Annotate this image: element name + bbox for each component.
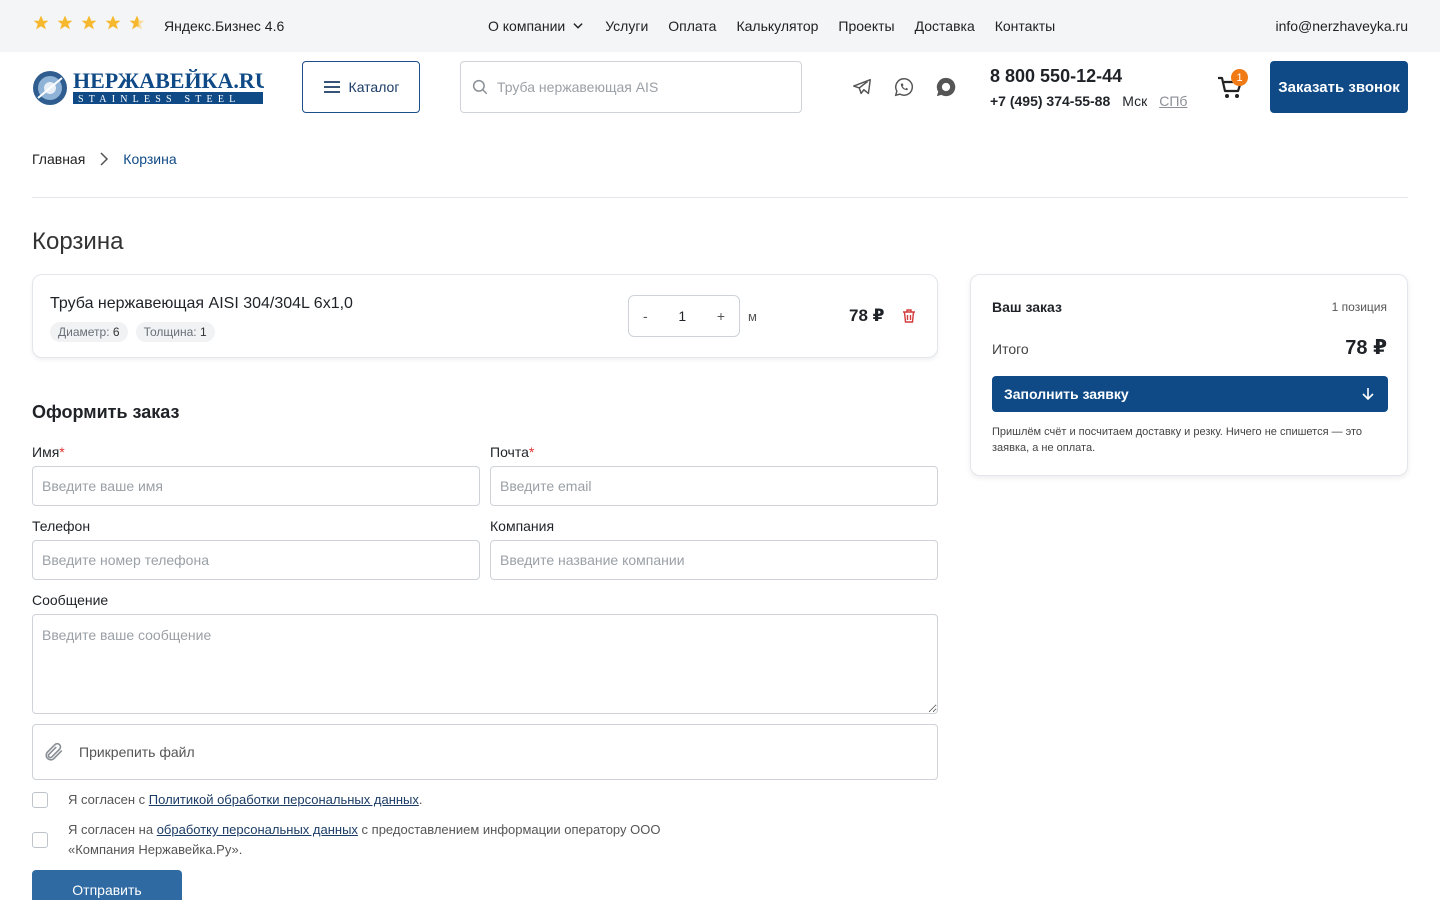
total-price: 78 ₽ xyxy=(1345,337,1387,359)
page-title: Корзина xyxy=(32,228,124,255)
rating-stars xyxy=(32,14,146,32)
email-link[interactable]: info@nerzhaveyka.ru xyxy=(1275,18,1408,34)
logo-title: НЕРЖАВЕЙКА.RU xyxy=(73,68,264,93)
search-box xyxy=(460,61,802,113)
search-input[interactable] xyxy=(497,79,787,95)
nav-calculator[interactable]: Калькулятор xyxy=(736,18,818,34)
data-processing-link[interactable]: обработку персональных данных xyxy=(157,822,358,837)
top-bar: Яндекс.Бизнес 4.6 О компании Услуги Опла… xyxy=(0,0,1440,52)
telegram-icon[interactable] xyxy=(851,76,873,98)
form-title: Оформить заказ xyxy=(32,402,180,422)
site-logo[interactable]: НЕРЖАВЕЙКА.RU STAINLESS STEEL xyxy=(32,68,264,108)
nav-services[interactable]: Услуги xyxy=(605,18,648,34)
breadcrumb: Главная Корзина xyxy=(32,151,177,167)
attach-file-button[interactable]: Прикрепить файл xyxy=(32,724,938,780)
star-icon xyxy=(81,15,97,30)
phone-field[interactable] xyxy=(32,540,480,580)
tag-thickness: Толщина: 1 xyxy=(135,322,215,342)
city-spb[interactable]: СПб xyxy=(1159,93,1187,109)
summary-count: 1 позиция xyxy=(1331,300,1387,314)
attach-label: Прикрепить файл xyxy=(79,744,195,760)
name-field[interactable] xyxy=(32,466,480,506)
star-icon xyxy=(105,15,121,30)
city-msk[interactable]: Мск xyxy=(1122,93,1147,109)
catalog-button[interactable]: Каталог xyxy=(302,61,420,113)
phone-block: 8 800 550-12-44 +7 (495) 374-55-88 Мск С… xyxy=(990,66,1187,109)
menu-icon xyxy=(323,81,340,93)
submit-button[interactable]: Отправить xyxy=(32,870,182,900)
breadcrumb-home[interactable]: Главная xyxy=(32,151,85,167)
phone-main[interactable]: 8 800 550-12-44 xyxy=(990,66,1187,87)
total-label: Итого xyxy=(992,341,1029,357)
nav-delivery[interactable]: Доставка xyxy=(915,18,975,34)
item-tags: Диаметр: 6 Толщина: 1 xyxy=(50,322,215,342)
top-nav: О компании Услуги Оплата Калькулятор Про… xyxy=(488,18,1055,34)
star-half-icon xyxy=(129,15,145,30)
chat-icon[interactable] xyxy=(935,76,957,98)
chevron-down-icon xyxy=(573,23,583,29)
company-label: Компания xyxy=(490,518,555,534)
cart-item: Труба нержавеющая AISI 304/304L 6х1,0 Ди… xyxy=(32,274,938,358)
breadcrumb-current: Корзина xyxy=(123,151,177,167)
item-price: 78 ₽ xyxy=(849,306,885,325)
message-label: Сообщение xyxy=(32,592,109,608)
message-field[interactable] xyxy=(32,614,938,714)
logo-subtitle: STAINLESS STEEL xyxy=(78,94,240,105)
phone-secondary[interactable]: +7 (495) 374-55-88 xyxy=(990,93,1110,109)
chevron-right-icon xyxy=(100,152,109,166)
trash-icon[interactable] xyxy=(901,308,917,324)
rating-text[interactable]: Яндекс.Бизнес 4.6 xyxy=(164,18,284,34)
paperclip-icon xyxy=(45,742,63,761)
nav-projects[interactable]: Проекты xyxy=(838,18,894,34)
company-field[interactable] xyxy=(490,540,938,580)
order-summary: Ваш заказ 1 позиция Итого 78 ₽ Заполнить… xyxy=(970,274,1408,476)
arrow-down-icon xyxy=(1362,388,1374,401)
order-call-button[interactable]: Заказать звонок xyxy=(1270,61,1408,113)
nav-payment[interactable]: Оплата xyxy=(668,18,716,34)
summary-title: Ваш заказ xyxy=(992,299,1062,315)
email-field[interactable] xyxy=(490,466,938,506)
nav-contacts[interactable]: Контакты xyxy=(995,18,1055,34)
fill-order-button[interactable]: Заполнить заявку xyxy=(992,376,1388,412)
whatsapp-icon[interactable] xyxy=(893,76,915,98)
phone-label: Телефон xyxy=(32,518,91,534)
cart-count-badge: 1 xyxy=(1231,69,1248,86)
qty-plus-button[interactable]: + xyxy=(717,308,725,324)
star-icon xyxy=(57,15,73,30)
qty-value[interactable]: 1 xyxy=(678,308,686,324)
consent-policy-checkbox[interactable] xyxy=(32,792,48,808)
email-label: Почта* xyxy=(490,444,535,460)
catalog-label: Каталог xyxy=(348,79,400,95)
summary-note: Пришлём счёт и посчитаем доставку и резк… xyxy=(992,426,1363,454)
tag-diameter: Диаметр: 6 xyxy=(50,322,128,342)
name-label: Имя* xyxy=(32,444,65,460)
nav-about[interactable]: О компании xyxy=(488,18,585,34)
qty-minus-button[interactable]: - xyxy=(643,308,648,324)
consent-data-checkbox[interactable] xyxy=(32,832,48,848)
quantity-stepper: - 1 + xyxy=(628,295,740,337)
divider xyxy=(32,197,1408,198)
consent-data-text: Я согласен на обработку персональных дан… xyxy=(68,822,661,857)
policy-link[interactable]: Политикой обработки персональных данных xyxy=(149,792,419,807)
qty-unit: м xyxy=(748,309,757,324)
star-icon xyxy=(33,15,49,30)
consent-policy-text: Я согласен с Политикой обработки персона… xyxy=(68,792,423,807)
item-title[interactable]: Труба нержавеющая AISI 304/304L 6х1,0 xyxy=(50,295,353,313)
search-icon[interactable] xyxy=(471,78,489,96)
